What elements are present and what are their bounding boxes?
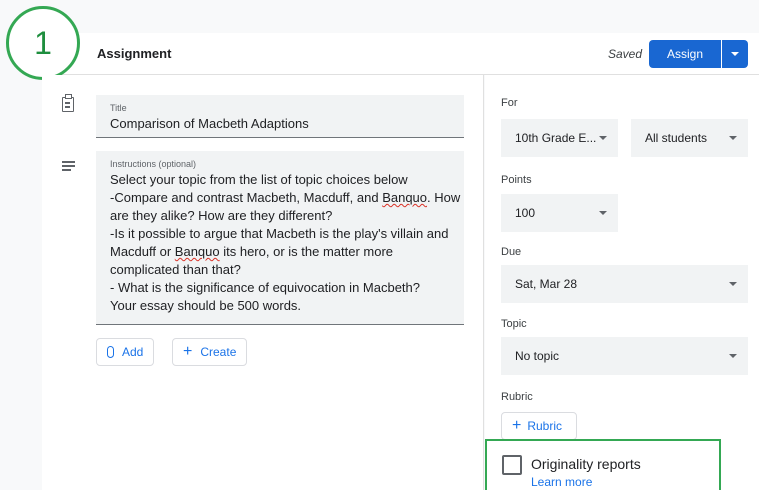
chevron-down-icon	[729, 136, 737, 140]
instructions-line: - What is the significance of equivocati…	[110, 280, 421, 295]
instructions-field[interactable]: Instructions (optional) Select your topi…	[96, 151, 464, 325]
add-rubric-button[interactable]: + Rubric	[501, 412, 577, 440]
assign-button[interactable]: Assign	[649, 40, 721, 68]
add-label: Add	[122, 345, 144, 359]
learn-more-link[interactable]: Learn more	[531, 475, 592, 489]
spellcheck-word: Banquo	[382, 190, 428, 205]
originality-label: Originality reports	[531, 456, 641, 472]
class-value: 10th Grade E...	[515, 131, 597, 145]
create-button[interactable]: + Create	[172, 338, 248, 366]
plus-icon: +	[183, 343, 193, 360]
chevron-down-icon	[731, 52, 739, 56]
for-label: For	[501, 97, 518, 109]
add-button[interactable]: Add	[96, 338, 155, 366]
title-field[interactable]: Title Comparison of Macbeth Adaptions	[96, 95, 464, 138]
topic-value: No topic	[515, 349, 560, 363]
instructions-label: Instructions (optional)	[110, 159, 197, 169]
text-lines-icon	[62, 161, 75, 171]
create-label: Create	[200, 345, 237, 359]
points-select[interactable]: 100	[501, 194, 618, 232]
spellcheck-word: Banquo	[174, 244, 220, 259]
page-title: Assignment	[97, 46, 172, 61]
points-value: 100	[515, 206, 536, 220]
instructions-line: Macduff or Banquo its hero, or is the ma…	[110, 244, 394, 259]
topic-select[interactable]: No topic	[501, 337, 748, 375]
clipboard-icon	[62, 94, 74, 112]
assignment-form: Title Comparison of Macbeth Adaptions In…	[42, 75, 484, 490]
students-select[interactable]: All students	[631, 119, 748, 157]
step-badge: 1	[6, 6, 80, 80]
instructions-line: -Is it possible to argue that Macbeth is…	[110, 226, 449, 241]
rubric-button-label: Rubric	[527, 419, 563, 433]
students-value: All students	[645, 131, 708, 145]
instructions-line: are they alike? How are they different?	[110, 208, 333, 223]
topic-label: Topic	[501, 318, 527, 330]
plus-icon: +	[512, 417, 522, 434]
originality-checkbox[interactable]	[502, 455, 522, 475]
title-label: Title	[110, 103, 127, 113]
due-select[interactable]: Sat, Mar 28	[501, 265, 748, 303]
originality-reports-option: Originality reports Learn more	[485, 439, 721, 490]
rubric-label: Rubric	[501, 391, 533, 403]
due-label: Due	[501, 246, 522, 258]
chevron-down-icon	[729, 282, 737, 286]
saved-status: Saved	[608, 47, 643, 61]
due-value: Sat, Mar 28	[515, 277, 578, 291]
chevron-down-icon	[599, 211, 607, 215]
points-label: Points	[501, 174, 532, 186]
instructions-line: Your essay should be 500 words.	[110, 298, 302, 313]
chevron-down-icon	[599, 136, 607, 140]
settings-sidebar: For 10th Grade E... All students Points …	[485, 75, 759, 490]
assign-options-button[interactable]	[722, 40, 748, 68]
instructions-line: complicated than that?	[110, 262, 241, 277]
class-select[interactable]: 10th Grade E...	[501, 119, 618, 157]
instructions-text: Select your topic from the list of topic…	[110, 171, 460, 315]
title-value: Comparison of Macbeth Adaptions	[110, 116, 309, 131]
paperclip-icon	[107, 346, 114, 358]
instructions-line: -Compare and contrast Macbeth, Macduff, …	[110, 190, 461, 205]
instructions-line: Select your topic from the list of topic…	[110, 172, 408, 187]
chevron-down-icon	[729, 354, 737, 358]
top-bar: Assignment Saved Assign	[42, 33, 759, 75]
